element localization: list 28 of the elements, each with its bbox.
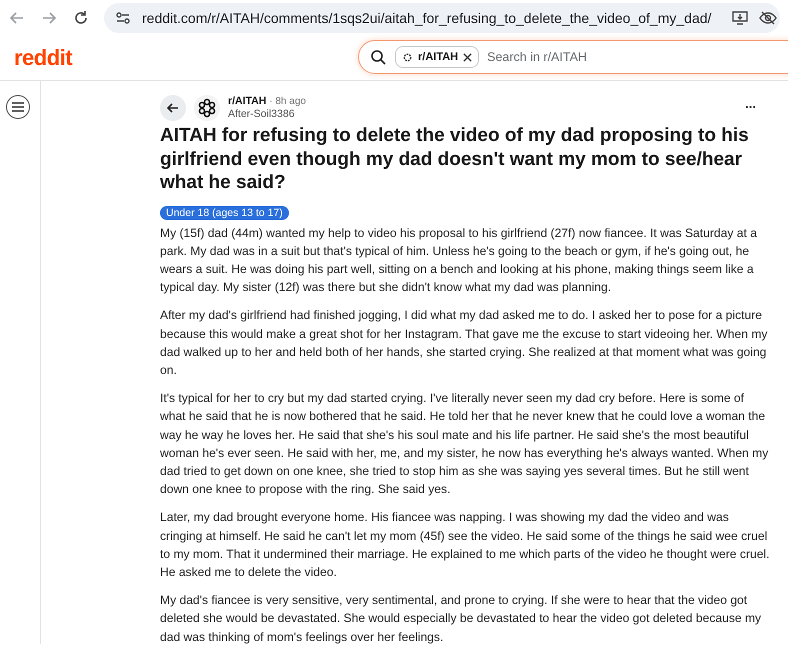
subreddit-link[interactable]: r/AITAH: [228, 95, 266, 107]
back-button[interactable]: [160, 95, 186, 121]
post-paragraph: Later, my dad brought everyone home. His fiancee was napping. I was showing my dad the video and was cringing at himself. He said he can't let my mom (45f) see the video. He said some of the things he said wee cruel to my mom. That it undermined their marriage. He explained to me which parts of the video he thought were cruel. He asked me to delete the video.: [160, 509, 770, 581]
post-paragraph: My dad's fiancee is very sensitive, very sentimental, and prone to crying. If she were to hear that the video got deleted she would be devastated. She would especially be devastated to hear the video got deleted because my dad was thinking of mom's feelings over her feelings.: [160, 592, 762, 646]
more-options-button[interactable]: ...: [739, 95, 762, 112]
reload-icon[interactable]: [72, 8, 90, 26]
author-link[interactable]: After-Soil3386: [228, 108, 306, 121]
post-paragraph: It's typical for her to cry but my dad started crying. I've literally never seen my dad cry before. Here is some of what he said that he is now bothered that he said. He told her that he never knew that he could love a woman the way he way he loves her. He said that she's his soul mate and his life partner. He said she's the most beautiful woman he's ever seen. He said with her, me, and my sister, he now has everything he's always wanted. When my dad tried to get down on one knee, she tried to stop him as she was saying yes several times. But he still went down one knee to propose with the ring. She said yes.: [160, 390, 770, 498]
arrow-left-icon: [166, 101, 180, 115]
address-bar[interactable]: reddit.com/r/AITAH/comments/1sqs2ui/aitah_for_refusing_to_delete_the_video_of_my_dad/: [104, 2, 780, 32]
flower-icon: [197, 98, 217, 118]
url-text: reddit.com/r/AITAH/comments/1sqs2ui/aitah_for_refusing_to_delete_the_video_of_my_dad/: [142, 10, 712, 26]
subreddit-chip[interactable]: r/AITAH: [395, 46, 480, 68]
subreddit-avatar[interactable]: [194, 95, 220, 121]
menu-icon: [12, 102, 24, 112]
post-paragraph: After my dad's girlfriend had finished jogging, I did what my dad asked me to do. I asked her to pose for a picture because this would make a great shot for her Instagram. That gave me the excuse to start videoing her. When my dad walked up to her and held both of her hands, she started crying. She realized at that moment what was going on.: [160, 307, 768, 379]
search-icon: [369, 48, 387, 66]
post-title: AITAH for refusing to delete the video of my dad proposing to his girlfriend even though my dad doesn't want my mom to see/hear what he said?: [160, 124, 750, 194]
post-time: · 8h ago: [269, 96, 306, 107]
install-icon[interactable]: [731, 8, 750, 26]
post-paragraph: My (15f) dad (44m) wanted my help to video his proposal to his girlfriend (27f) now fiancee. It was Saturday at a park. My dad was in a suit but that's typical of him. Unless he's going to the beach or gym, if he's going out, he wears a suit. He was doing his part well, sitting on a bench and looking at his phone, making things seem like a typical day. My sister (12f) was there but she didn't know what my dad was planning.: [160, 224, 758, 296]
search-placeholder: Search in r/AITAH: [487, 50, 587, 64]
chip-label: r/AITAH: [418, 51, 458, 63]
menu-button[interactable]: [6, 95, 30, 119]
eye-slash-icon[interactable]: [759, 8, 778, 26]
search-field[interactable]: r/AITAH Search in r/AITAH: [358, 40, 788, 74]
post-flair[interactable]: Under 18 (ages 13 to 17): [160, 206, 289, 220]
close-icon[interactable]: [463, 52, 472, 62]
